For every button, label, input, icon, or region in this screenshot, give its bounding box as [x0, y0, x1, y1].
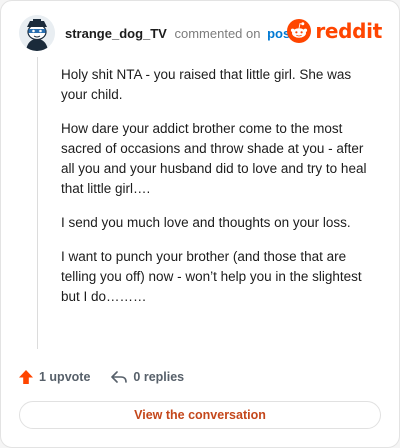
- username[interactable]: strange_dog_TV: [65, 26, 167, 41]
- reddit-snoo-icon: [287, 19, 312, 43]
- upvote-arrow-icon: [19, 370, 33, 384]
- reddit-wordmark: reddit: [315, 19, 382, 43]
- view-conversation-button[interactable]: View the conversation: [19, 401, 381, 429]
- comment-actions: 1 upvote 0 replies: [18, 367, 184, 387]
- comment-meta: strange_dog_TV commented on post: [65, 26, 295, 41]
- replies-button[interactable]: 0 replies: [110, 369, 184, 385]
- comment-paragraph: How dare your addict brother come to the…: [61, 121, 367, 196]
- replies-count: 0 replies: [133, 370, 185, 384]
- reply-arrow-icon: [111, 371, 128, 383]
- comment-header: strange_dog_TV commented on post: [19, 15, 295, 51]
- upvote-button[interactable]: 1 upvote: [18, 369, 90, 385]
- comment-embed-card: strange_dog_TV commented on post reddit …: [0, 0, 400, 448]
- user-avatar[interactable]: [19, 15, 55, 51]
- comment-paragraph: Holy shit NTA - you raised that little g…: [61, 67, 352, 102]
- thread-line: [37, 57, 38, 349]
- commented-on-text: commented on: [174, 25, 261, 41]
- reddit-brand-link[interactable]: reddit: [287, 19, 382, 43]
- upvote-count: 1 upvote: [39, 370, 91, 384]
- comment-body: Holy shit NTA - you raised that little g…: [61, 65, 373, 321]
- comment-paragraph: I want to punch your brother (and those …: [61, 249, 362, 304]
- comment-paragraph: I send you much love and thoughts on you…: [61, 215, 351, 230]
- snoo-avatar-icon: [19, 15, 55, 51]
